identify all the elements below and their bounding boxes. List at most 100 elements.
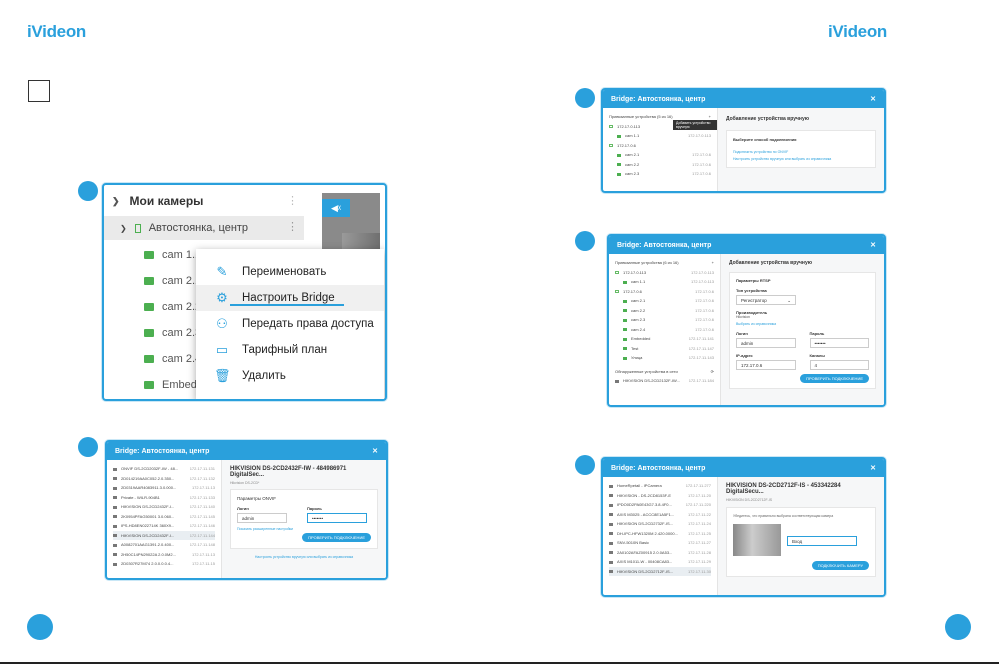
kebab-menu-icon[interactable]: ⋮ [287,220,298,233]
menu-item-share-access[interactable]: ⚇ Передать права доступа [196,311,384,337]
server-icon [134,223,141,233]
list-item[interactable]: 2D014219AA0C052.2.0.350... 172.17.11.132 [113,474,215,484]
list-item[interactable]: Embedded 172.17.11.141 [615,334,714,344]
close-icon[interactable]: ✕ [870,95,876,103]
device-ip: 172.17.0.6 [695,307,714,313]
tree-group-row[interactable]: ❯ Автостоянка, центр [104,216,304,240]
list-item[interactable]: Test 172.17.11.147 [615,344,714,354]
tree-root-row[interactable]: ❯ Мои камеры [112,194,203,208]
user-plus-icon: ⚇ [216,316,228,331]
list-item[interactable]: HomeRpetail - IPCamera 172.17.11.277 [609,481,711,491]
device-type-select[interactable]: Регистратор ⌄ [736,295,796,305]
list-item[interactable]: cam 2.1 172.17.0.6 [615,296,714,306]
login-input[interactable]: admin [736,338,796,348]
list-item[interactable]: HIKVISION DS-2CD2132F-IW... 172.17.11.184 [615,376,714,386]
highlight-underline [230,304,344,306]
list-item[interactable]: DH-IPC-HFW1320M 2.420.0000... 172.17.11.2… [609,529,711,539]
list-item[interactable]: 2H50C14PN29022A 2.0.0M2... 172.17.11.13 [113,550,215,560]
list-item[interactable]: cam 1.1 172.17.0.113 [615,277,714,287]
manual-link[interactable]: Настроить устройство вручную или выбрать… [733,157,869,161]
password-input[interactable]: ••••••• [307,513,367,523]
dialog-title: Bridge: Автостоянка, центр [115,447,210,455]
camera-item[interactable]: cam 2.2 [144,301,201,313]
chevron-down-icon: ❯ [112,195,120,206]
password-input[interactable]: ••••••• [809,338,869,348]
add-icon[interactable]: + [709,114,711,119]
context-menu: ✎ Переименовать ⚙ Настроить Bridge ⚇ Переда… [196,249,384,399]
list-item[interactable]: HIKVISION DS-2CD2712F-IS... 172.17.11.30 [609,566,711,576]
list-item[interactable]: 2D0319AAR4083911.3.0.000... 172.17.11.13 [113,483,215,493]
dialog-header: Bridge: Автостоянка, центр ✕ [107,442,386,460]
ip-input[interactable]: 172.17.0.6 [736,360,796,370]
manual-setup-link[interactable]: Настроить устройство вручную или выбрать… [230,555,378,559]
list-item[interactable]: cam 2.2 172.17.0.6 [609,160,711,170]
camera-name-input[interactable]: Вход [787,536,857,546]
onvif-link[interactable]: Подключить устройство по ONVIF [733,150,869,154]
mute-icon[interactable]: ◀ᵡ [322,199,350,217]
list-item[interactable]: AXIS M3025 - ACCC8E1A5F1... 172.17.11.22 [609,510,711,520]
list-item[interactable]: SNV-5010N Basic 172.17.11.27 [609,538,711,548]
close-icon[interactable]: ✕ [870,241,876,249]
add-icon[interactable]: + [712,260,714,265]
list-item[interactable]: IPDO0D2PA0E43G7.3.8.4F0... 172.17.11.220 [609,500,711,510]
gear-icon: ⚙ [216,290,228,305]
list-item[interactable]: HIKVISION DS-2CD2432F-I... 172.17.11.140 [113,502,215,512]
menu-item-rename[interactable]: ✎ Переименовать [196,259,384,285]
device-group-row[interactable]: 172.17.0.113 172.17.0.113 [615,268,714,278]
device-ip: 172.17.11.132 [189,475,215,481]
check-connection-button[interactable]: ПРОВЕРИТЬ ПОДКЛЮЧЕНИЕ [302,533,371,542]
camera-icon [617,163,621,167]
list-item[interactable]: cam 1.1 172.17.0.113 [609,131,711,141]
brand-logo-right: iVideon [828,22,887,41]
list-item[interactable]: AXIS M1011-W - 00408CA83... 172.17.11.29 [609,557,711,567]
device-ip: 172.17.0.113 [690,279,714,285]
menu-item-delete[interactable]: 🗑 Удалить [196,363,384,389]
list-item[interactable]: cam 2.4 172.17.0.6 [615,325,714,335]
list-item[interactable]: cam 2.2 172.17.0.6 [615,306,714,316]
list-item[interactable]: Private - WILR-904B1 172.17.11.133 [113,493,215,503]
device-name: cam 2.2 [631,307,646,313]
device-ip: 172.17.11.28 [687,549,711,555]
kebab-menu-icon[interactable]: ⋮ [287,194,298,207]
list-item[interactable]: ONVIF DS-2CD2032F-IW - 48... 172.17.11.13… [113,464,215,474]
device-group-row[interactable]: 172.17.0.6 172.17.0.6 [615,287,714,297]
advanced-settings-link[interactable]: Показать расширенные настройки [237,527,371,531]
device-ip: 172.17.11.147 [688,345,714,351]
list-item[interactable]: 2A0102AFAZ00915 2.0.0A53... 172.17.11.28 [609,548,711,558]
list-item[interactable]: HIKVISION DS-2CD2732F-IS... 172.17.11.24 [609,519,711,529]
list-item[interactable]: cam 2.3 172.17.0.6 [615,315,714,325]
pencil-icon: ✎ [216,264,228,279]
login-input[interactable]: admin [237,513,287,523]
refresh-icon[interactable]: ⟳ [711,369,714,374]
camera-icon [113,553,117,557]
camera-item[interactable]: cam 1.1 [144,249,201,261]
device-name: 172.17.0.6 [623,288,642,294]
check-connection-button[interactable]: ПРОВЕРИТЬ ПОДКЛЮЧЕНИЕ [800,374,869,383]
list-item[interactable]: 2D0307R27M74 2.0.0.0.0.4... 172.17.11.15 [113,559,215,569]
list-item[interactable]: 2K0954PFAG50001 3.0.060... 172.17.11.145 [113,512,215,522]
list-item[interactable]: Улица 172.17.11.143 [615,353,714,363]
camera-item[interactable]: cam 2.1 [144,275,201,287]
device-group-row[interactable]: 172.17.0.6 [609,141,711,151]
discovered-header: Обнаруженные устройства в сети ⟳ [615,368,714,374]
list-item[interactable]: cam 2.3 172.17.0.6 [609,169,711,179]
camera-item[interactable]: cam 2.3 [144,327,201,339]
device-name: HIKVISION DS-2CD2732F-IS... [617,521,674,527]
menu-item-tariff[interactable]: ▭ Тарифный план [196,337,384,363]
camera-icon [113,496,117,500]
list-item[interactable]: A0082701AAG1391.2.0.400... 172.17.11.148 [113,540,215,550]
close-icon[interactable]: ✕ [870,464,876,472]
menu-item-configure-bridge[interactable]: ⚙ Настроить Bridge [196,285,384,311]
camera-icon [113,505,117,509]
connect-camera-button[interactable]: ПОДКЛЮЧИТЬ КАМЕРУ [811,561,869,570]
device-details: HIKVISION DS-2CD2712F-IS - 453342284 Dig… [718,477,884,595]
camera-item[interactable]: cam 2.4 [144,353,201,365]
list-item[interactable]: cam 2.1 172.17.0.6 [609,150,711,160]
close-icon[interactable]: ✕ [372,447,378,455]
list-item[interactable]: HIKVISION - DS-2CD8153F-E 172.17.11.20 [609,491,711,501]
device-name: Улица [631,355,643,361]
channels-select[interactable]: 4 [809,360,869,370]
camera-icon [617,153,621,157]
list-item[interactable]: IPS-HD8EN022714K 360X9... 172.17.11.146 [113,521,215,531]
list-item[interactable]: HIKVISION DS-2CD2432F-I... 172.17.11.144 [113,530,215,540]
